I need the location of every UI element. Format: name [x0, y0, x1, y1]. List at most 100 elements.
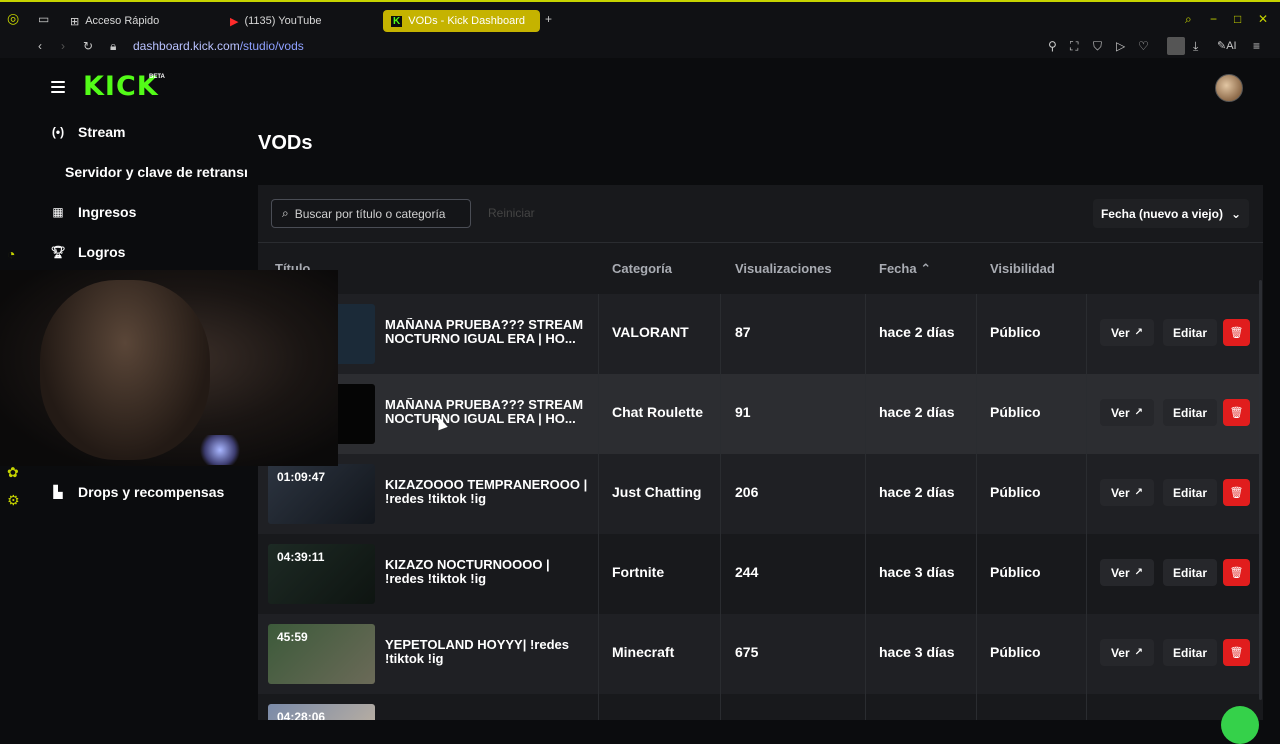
table-row[interactable]: 04:39:11 KIZAZO NOCTURNOOOO | !redes !ti…	[258, 534, 1259, 614]
extensions-icon[interactable]: ✿	[7, 464, 19, 481]
sidebar-item-label: Ingresos	[78, 204, 137, 220]
divider	[720, 694, 721, 720]
tab-youtube[interactable]: ▶ (1135) YouTube	[222, 10, 330, 32]
view-button[interactable]: Ver ↗	[1100, 319, 1154, 346]
new-tab-button[interactable]: +	[545, 12, 552, 26]
vod-date: hace 3 días	[879, 644, 955, 660]
hamburger-menu-icon[interactable]	[51, 81, 65, 93]
view-button[interactable]: Ver ↗	[1100, 479, 1154, 506]
tab-kick-dashboard[interactable]: K VODs - Kick Dashboard	[383, 10, 540, 32]
vod-category: Minecraft	[612, 644, 675, 660]
divider	[865, 534, 866, 614]
back-icon[interactable]: ‹	[38, 39, 42, 53]
vod-category: Just Chatting	[612, 484, 702, 500]
vod-category: Fortnite	[612, 564, 665, 580]
header-visibility[interactable]: Visibilidad	[990, 261, 1055, 276]
sidebar-item-logros[interactable]: 🏆︎ Logros	[50, 244, 125, 260]
edit-button[interactable]: Editar	[1163, 639, 1217, 666]
sidebar-item-stream-key[interactable]: Servidor y clave de retransmisión	[65, 164, 247, 180]
vod-date: hace 2 días	[879, 404, 955, 420]
close-icon[interactable]: ✕	[1258, 12, 1268, 26]
vod-title[interactable]: MAÑANA PRUEBA??? STREAM NOCTURNO IGUAL E…	[385, 318, 590, 346]
download-icon[interactable]: ⤓	[1193, 39, 1198, 53]
help-chat-button[interactable]	[1221, 706, 1259, 744]
drops-icon: ▙	[53, 485, 63, 499]
divider	[1086, 694, 1087, 720]
reset-button[interactable]: Reiniciar	[488, 206, 535, 220]
table-row[interactable]: 04:28:06	[258, 694, 1259, 720]
speed-dial-icon[interactable]: ◔	[7, 246, 15, 262]
sidebar-item-drops[interactable]: ▙ Drops y recompensas	[50, 484, 224, 500]
sort-label: Fecha (nuevo a viejo)	[1100, 206, 1223, 221]
vod-date: hace 2 días	[879, 324, 955, 340]
vod-title[interactable]: KIZAZOOOO TEMPRANEROOO | !redes !tiktok …	[385, 478, 590, 506]
heart-icon[interactable]: ♡	[1138, 39, 1149, 53]
avatar[interactable]	[1215, 74, 1243, 102]
search-input[interactable]	[294, 206, 465, 221]
view-button[interactable]: Ver ↗	[1100, 639, 1154, 666]
pin-icon[interactable]: ⚲	[1048, 39, 1057, 53]
table-row[interactable]: 01:09:47 KIZAZOOOO TEMPRANEROOO | !redes…	[258, 454, 1259, 534]
search-icon[interactable]: ⌕	[1185, 12, 1192, 26]
menu-icon[interactable]: ≡	[1253, 39, 1260, 53]
tab-acceso-rapido[interactable]: ⊞ Acceso Rápido	[62, 10, 167, 32]
search-box[interactable]: ⌕	[271, 199, 471, 228]
vod-title[interactable]: KIZAZO NOCTURNOOOO | !redes !tiktok !ig	[385, 558, 590, 586]
external-link-icon: ↗	[1134, 567, 1144, 578]
adblock-icon[interactable]: ⛉	[1093, 39, 1102, 53]
opera-logo-icon[interactable]: ◎	[7, 11, 19, 25]
settings-icon[interactable]: ⚙	[7, 492, 20, 509]
workspace-icon[interactable]: ▭	[38, 12, 49, 26]
delete-button[interactable]: 🗑︎	[1223, 399, 1250, 426]
page-title: VODs	[258, 132, 313, 154]
divider	[865, 294, 866, 374]
edit-button[interactable]: Editar	[1163, 319, 1217, 346]
reload-icon[interactable]: ↻	[83, 39, 93, 53]
profile-icon[interactable]	[1167, 37, 1185, 55]
delete-button[interactable]: 🗑︎	[1223, 319, 1250, 346]
vod-duration: 04:39:11	[277, 550, 325, 564]
tab-label: Acceso Rápido	[85, 15, 160, 27]
url-domain: dashboard.kick.com	[133, 39, 240, 53]
vod-title[interactable]: MAÑANA PRUEBA??? STREAM NOCTURNO IGUAL E…	[385, 398, 590, 426]
edit-button[interactable]: Editar	[1163, 479, 1217, 506]
minimize-icon[interactable]: −	[1210, 12, 1217, 26]
sort-dropdown[interactable]: Fecha (nuevo a viejo) ⌄	[1093, 199, 1249, 228]
delete-button[interactable]: 🗑︎	[1223, 639, 1250, 666]
header-views[interactable]: Visualizaciones	[735, 261, 832, 276]
table-row[interactable]: MAÑANA PRUEBA??? STREAM NOCTURNO IGUAL E…	[258, 294, 1259, 374]
table-row[interactable]: 45:59 YEPETOLAND HOYYY| !redes !tiktok !…	[258, 614, 1259, 694]
view-button[interactable]: Ver ↗	[1100, 559, 1154, 586]
divider	[720, 534, 721, 614]
ai-label: AI	[1226, 40, 1237, 52]
delete-button[interactable]: 🗑︎	[1223, 559, 1250, 586]
forward-icon[interactable]: ›	[61, 39, 65, 53]
player-icon[interactable]: ▷	[1116, 39, 1125, 53]
header-category[interactable]: Categoría	[612, 261, 672, 276]
edit-button[interactable]: Editar	[1163, 559, 1217, 586]
snapshot-icon[interactable]: ⛶	[1070, 39, 1078, 53]
delete-button[interactable]: 🗑︎	[1223, 479, 1250, 506]
vod-visibility: Público	[990, 324, 1041, 340]
sidebar-item-stream[interactable]: (•) Stream	[50, 124, 126, 140]
scrollbar[interactable]	[1259, 280, 1262, 700]
url-field[interactable]: dashboard.kick.com/studio/vods	[133, 39, 304, 53]
edit-button[interactable]: Editar	[1163, 399, 1217, 426]
vod-date: hace 2 días	[879, 484, 955, 500]
vod-visibility: Público	[990, 404, 1041, 420]
ai-button[interactable]: ✎AI	[1217, 39, 1237, 53]
broadcast-icon: (•)	[51, 125, 65, 139]
trash-icon: 🗑︎	[1229, 567, 1244, 579]
divider	[976, 294, 977, 374]
divider	[865, 694, 866, 720]
maximize-icon[interactable]: □	[1234, 12, 1241, 26]
kick-logo[interactable]: KICK	[83, 73, 159, 101]
lock-icon: 🔒︎	[110, 39, 117, 53]
vod-views: 244	[735, 564, 759, 580]
table-row[interactable]: MAÑANA PRUEBA??? STREAM NOCTURNO IGUAL E…	[258, 374, 1259, 454]
header-date[interactable]: Fecha ⌃	[879, 261, 931, 277]
sidebar-item-ingresos[interactable]: ▦ Ingresos	[50, 204, 136, 220]
youtube-icon: ▶	[230, 15, 239, 28]
vod-title[interactable]: YEPETOLAND HOYYY| !redes !tiktok !ig	[385, 638, 590, 666]
view-button[interactable]: Ver ↗	[1100, 399, 1154, 426]
